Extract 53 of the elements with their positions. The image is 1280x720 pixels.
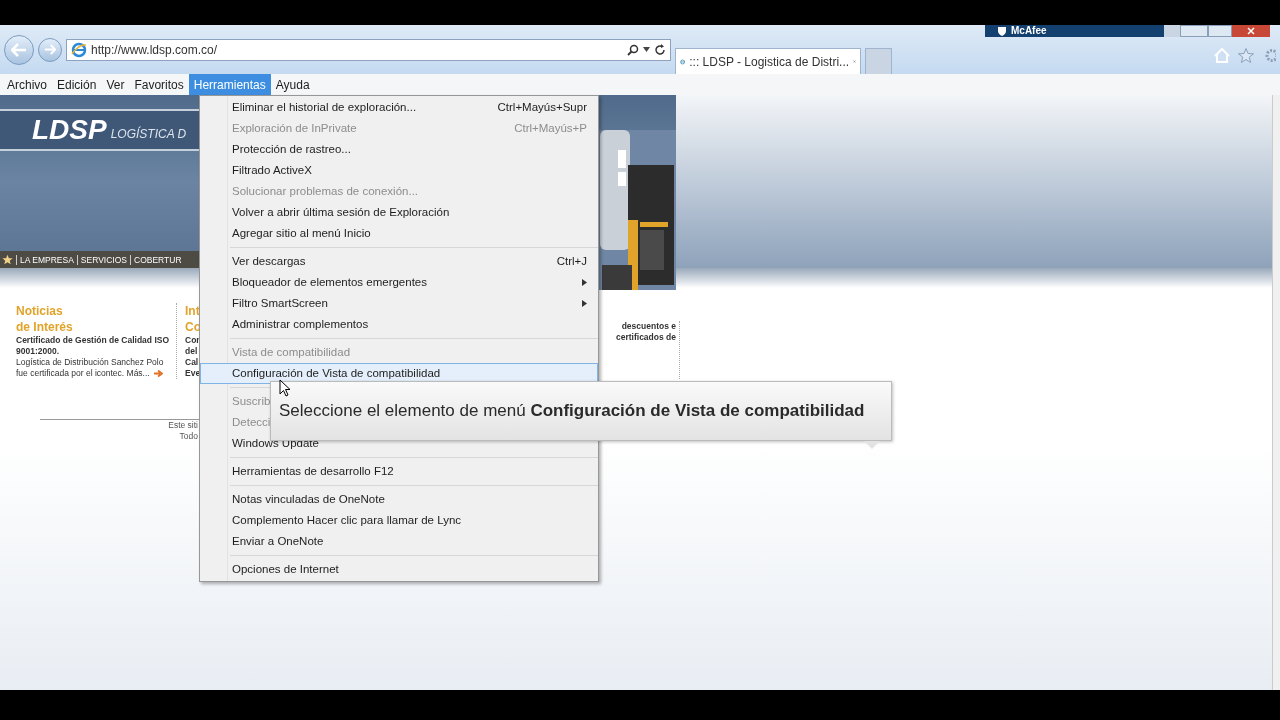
- news-text: Certificado de Gestión de Calidad ISO 9001:2000.: [16, 335, 171, 357]
- browser-tab[interactable]: ::: LDSP - Logistica de Distri...: [675, 48, 861, 74]
- menu-bar-item[interactable]: Ver: [101, 74, 130, 95]
- menu-item[interactable]: Volver a abrir última sesión de Exploración: [200, 202, 598, 223]
- mouse-cursor-icon: [279, 379, 291, 397]
- menu-bar-item[interactable]: Edición: [52, 74, 102, 95]
- close-icon: [1247, 27, 1255, 35]
- news-text: Logística de Distribución Sanchez Polo fue certificada por el icontec. Más...: [16, 357, 165, 379]
- tooltip-pointer-icon: [864, 441, 880, 449]
- home-icon[interactable]: [1214, 48, 1230, 63]
- menu-item[interactable]: Complemento Hacer clic para llamar de Lync: [200, 510, 598, 531]
- site-logo: LDSP: [32, 113, 107, 147]
- menu-item[interactable]: Eliminar el historial de exploración... Ctrl+Mayús+Supr: [200, 97, 598, 118]
- search-icon[interactable]: [627, 43, 639, 56]
- menu-item[interactable]: Herramientas de desarrollo F12: [200, 461, 598, 482]
- refresh-icon[interactable]: [654, 43, 666, 56]
- forward-arrow-icon: [44, 44, 56, 55]
- menu-item[interactable]: Administrar complementos: [200, 314, 598, 335]
- new-tab-button[interactable]: [865, 48, 892, 74]
- scrollbar[interactable]: [1272, 95, 1280, 690]
- menu-item[interactable]: Notas vinculadas de OneNote: [200, 489, 598, 510]
- menu-item[interactable]: Enviar a OneNote: [200, 531, 598, 552]
- dropdown-arrow-icon[interactable]: [643, 47, 650, 52]
- news-title: Noticias de Interés: [16, 303, 74, 335]
- menu-item[interactable]: Bloqueador de elementos emergentes: [200, 272, 598, 293]
- menu-item[interactable]: Filtro SmartScreen: [200, 293, 598, 314]
- menu-item[interactable]: Agregar sitio al menú Inicio: [200, 223, 598, 244]
- arrow-icon: [153, 370, 163, 378]
- menu-bar-item[interactable]: Ayuda: [270, 74, 315, 95]
- shield-icon: [997, 26, 1007, 36]
- menu-item[interactable]: Protección de rastreo...: [200, 139, 598, 160]
- back-arrow-icon: [11, 42, 27, 57]
- menu-item[interactable]: Ver descargas Ctrl+J: [200, 251, 598, 272]
- site-tagline: LOGÍSTICA D: [110, 125, 187, 143]
- star-icon: [2, 254, 13, 265]
- site-nav-link[interactable]: COBERTUR: [130, 254, 182, 265]
- maximize-button[interactable]: [1208, 25, 1232, 37]
- menu-bar-item[interactable]: Favoritos: [129, 74, 189, 95]
- section-text: descuentos e certificados de: [600, 321, 680, 379]
- forward-button[interactable]: [38, 37, 62, 62]
- address-field[interactable]: http://www.ldsp.com.co/: [66, 38, 671, 61]
- minimize-button[interactable]: [1180, 25, 1208, 37]
- footer-text: Este siti Todo: [167, 420, 199, 442]
- site-nav-link[interactable]: LA EMPRESA: [16, 254, 74, 265]
- browser-logo-icon: [71, 41, 87, 58]
- star-icon[interactable]: [1238, 48, 1254, 63]
- menu-item[interactable]: Filtrado ActiveX: [200, 160, 598, 181]
- back-button[interactable]: [4, 34, 34, 65]
- menu-item[interactable]: Opciones de Internet: [200, 559, 598, 580]
- tooltip: Seleccione el elemento de menú Configuración de Vista de compatibilidad: [270, 381, 892, 441]
- close-button[interactable]: [1232, 25, 1270, 37]
- site-nav-link[interactable]: SERVICIOS: [76, 254, 127, 265]
- menu-bar-item[interactable]: Archivo: [2, 74, 52, 95]
